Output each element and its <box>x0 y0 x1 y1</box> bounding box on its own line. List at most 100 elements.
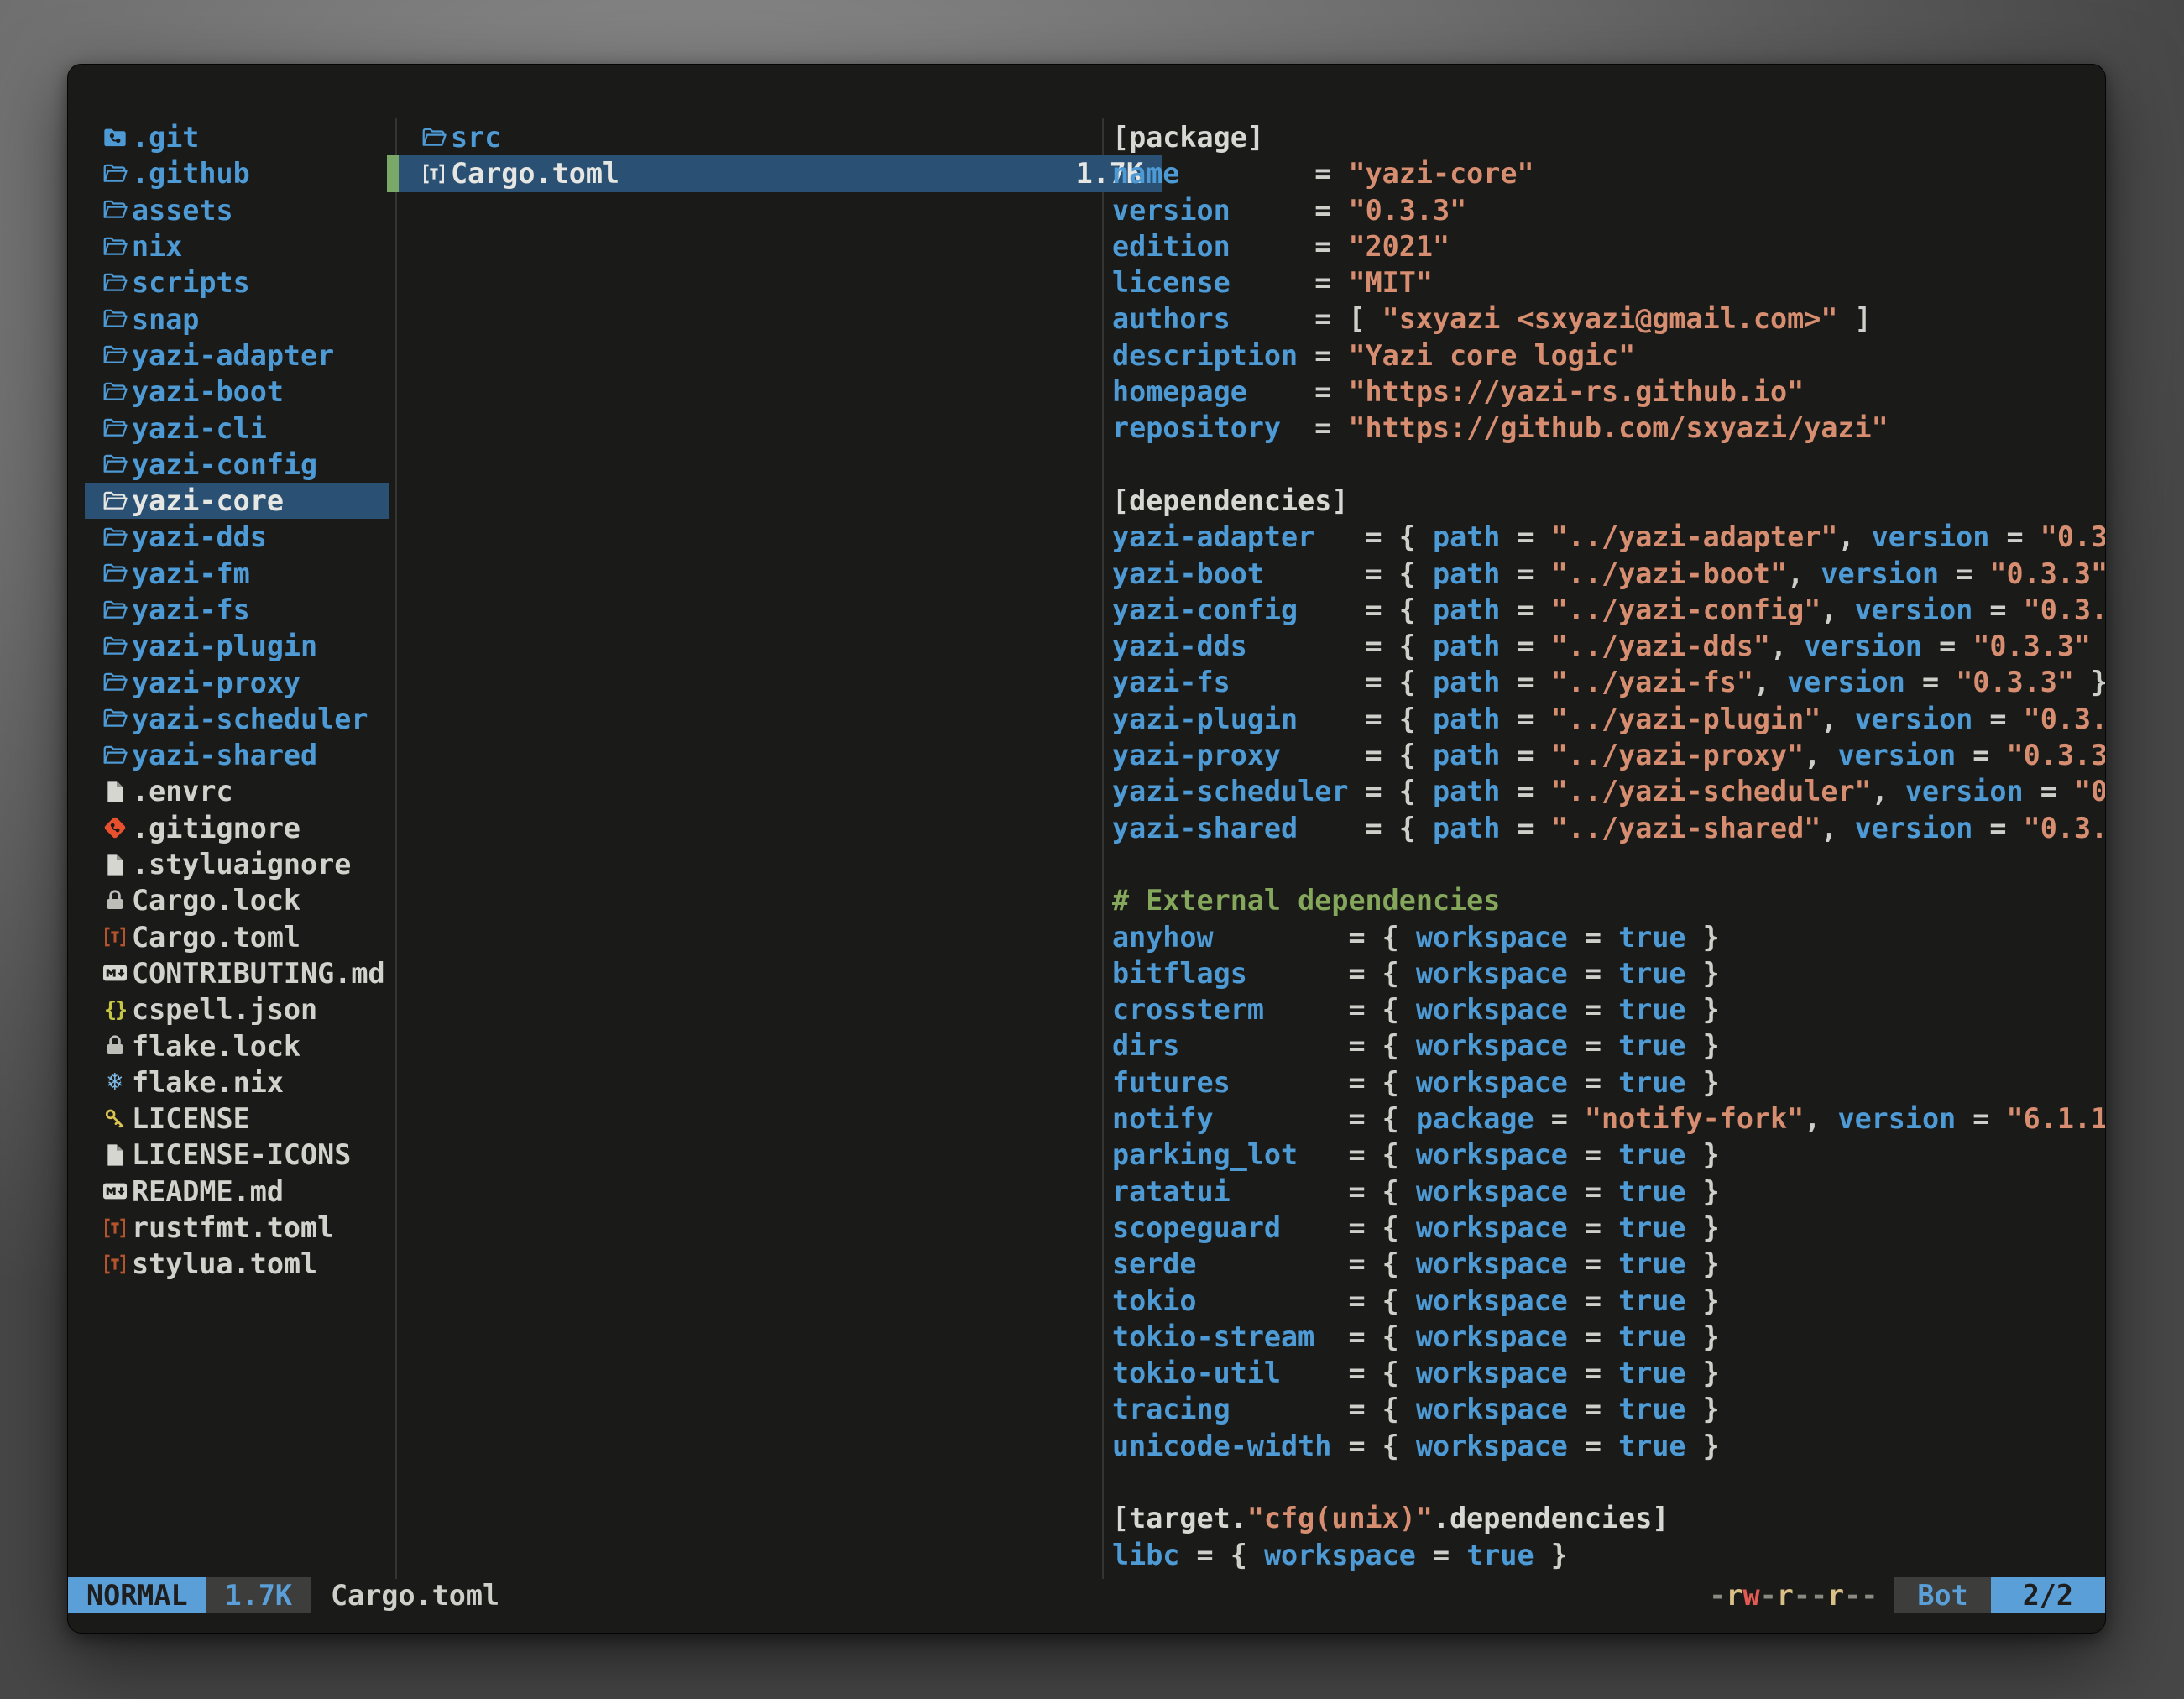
sidebar-item-LICENSE[interactable]: LICENSE <box>85 1100 389 1137</box>
token-p: = <box>1500 666 1550 698</box>
sidebar-item-.git[interactable]: .git <box>85 119 389 155</box>
sidebar-item-.github[interactable]: .github <box>85 155 389 191</box>
token-k: serde <box>1112 1247 1197 1280</box>
sidebar-item-yazi-shared[interactable]: yazi-shared <box>85 737 389 773</box>
token-k: workspace <box>1416 1175 1568 1208</box>
token-p: = { <box>1264 557 1433 590</box>
token-s: "MIT" <box>1348 266 1433 299</box>
token-s: "../yazi-dds" <box>1551 630 1770 662</box>
token-k: true <box>1618 1029 1685 1062</box>
sidebar-item-yazi-scheduler[interactable]: yazi-scheduler <box>85 701 389 737</box>
token-p: } <box>1686 1066 1720 1099</box>
token-k: true <box>1618 1175 1685 1208</box>
token-p: } <box>1686 1357 1720 1389</box>
sidebar-item-CONTRIBUTING.md[interactable]: CONTRIBUTING.md <box>85 955 389 991</box>
token-s: "notify-fork" <box>1585 1102 1804 1135</box>
item-label: flake.lock <box>132 1030 300 1063</box>
token-k: path <box>1433 775 1500 808</box>
token-p: , <box>1804 1102 1837 1135</box>
preview-line: yazi-scheduler = { path = "../yazi-sched… <box>1112 773 2105 809</box>
sidebar-item-Cargo.lock[interactable]: Cargo.lock <box>85 882 389 918</box>
token-s: "cfg(unix)" <box>1247 1502 1433 1534</box>
token-s: "2021" <box>1348 230 1450 263</box>
token-s: "Yazi core logic" <box>1348 339 1635 372</box>
token-k: true <box>1618 1138 1685 1171</box>
token-k: license <box>1112 266 1230 299</box>
token-p: , <box>1787 557 1821 590</box>
token-s: "0.3.3" <box>1348 194 1466 227</box>
status-right: -rw-r--r-- Bot 2/2 <box>1709 1577 2105 1613</box>
token-p: , <box>1753 666 1787 698</box>
token-k: path <box>1433 630 1500 662</box>
token-p: = <box>1568 1393 1618 1425</box>
token-p: = { <box>1197 1247 1416 1280</box>
preview-line: yazi-adapter = { path = "../yazi-adapter… <box>1112 519 2105 555</box>
preview-line: tokio-stream = { workspace = true } <box>1112 1319 2105 1355</box>
toml-icon <box>100 1249 130 1279</box>
token-k: tokio <box>1112 1284 1197 1317</box>
token-k: repository <box>1112 411 1281 444</box>
token-k: version <box>1855 703 1973 735</box>
sidebar-item-nix[interactable]: nix <box>85 228 389 264</box>
token-p: = <box>1939 557 1989 590</box>
position-badge: Bot <box>1894 1577 1990 1613</box>
git-folder-icon <box>100 123 130 153</box>
token-p: = { <box>1214 921 1416 954</box>
sidebar-item-yazi-fm[interactable]: yazi-fm <box>85 556 389 592</box>
sidebar-item-yazi-config[interactable]: yazi-config <box>85 447 389 483</box>
file-row-src[interactable]: src <box>387 119 1162 155</box>
preview-line: unicode-width = { workspace = true } <box>1112 1428 2105 1464</box>
sidebar-item-yazi-core[interactable]: yazi-core <box>85 483 389 519</box>
sidebar-item-yazi-boot[interactable]: yazi-boot <box>85 374 389 410</box>
token-k: path <box>1433 703 1500 735</box>
sidebar-item-yazi-cli[interactable]: yazi-cli <box>85 410 389 446</box>
current-pane: srcCargo.toml1.7K <box>387 119 1162 192</box>
token-p: = <box>1568 1211 1618 1244</box>
sidebar-item-yazi-adapter[interactable]: yazi-adapter <box>85 337 389 374</box>
folder-open-icon <box>100 413 130 443</box>
token-p: } <box>1686 1175 1720 1208</box>
token-p: = <box>1568 1320 1618 1353</box>
preview-line: bitflags = { workspace = true } <box>1112 955 2105 991</box>
sidebar-item-cspell.json[interactable]: {}cspell.json <box>85 991 389 1027</box>
sidebar-item-yazi-proxy[interactable]: yazi-proxy <box>85 664 389 700</box>
sidebar-item-snap[interactable]: snap <box>85 301 389 337</box>
item-label: .styluaignore <box>132 848 351 881</box>
token-p: = { <box>1179 1539 1264 1571</box>
folder-open-icon <box>100 631 130 661</box>
token-k: edition <box>1112 230 1230 263</box>
sidebar-item-stylua.toml[interactable]: stylua.toml <box>85 1246 389 1282</box>
preview-line <box>1112 447 2105 483</box>
sidebar-item-scripts[interactable]: scripts <box>85 264 389 301</box>
token-s: "https://github.com/sxyazi/yazi" <box>1348 411 1888 444</box>
token-p: = <box>1568 957 1618 990</box>
token-k: workspace <box>1416 1284 1568 1317</box>
sidebar-item-.gitignore[interactable]: .gitignore <box>85 810 389 846</box>
token-s: "sxyazi <sxyazi@gmail.com>" <box>1382 302 1838 335</box>
item-label: .envrc <box>132 775 233 808</box>
file-row-Cargo.toml[interactable]: Cargo.toml1.7K <box>387 155 1162 191</box>
sidebar-item-Cargo.toml[interactable]: Cargo.toml <box>85 919 389 955</box>
sidebar-item-LICENSE-ICONS[interactable]: LICENSE-ICONS <box>85 1137 389 1173</box>
sidebar-item-.styluaignore[interactable]: .styluaignore <box>85 846 389 882</box>
folder-open-icon <box>100 667 130 698</box>
token-k: tokio-stream <box>1112 1320 1314 1353</box>
token-p: = <box>1416 1539 1466 1571</box>
item-label: README.md <box>132 1175 284 1208</box>
sidebar-item-yazi-plugin[interactable]: yazi-plugin <box>85 628 389 664</box>
token-k: dirs <box>1112 1029 1179 1062</box>
sidebar-item-assets[interactable]: assets <box>85 192 389 228</box>
token-k: yazi-scheduler <box>1112 775 1348 808</box>
perm-char: - <box>1810 1579 1827 1612</box>
token-k: unicode-width <box>1112 1430 1331 1462</box>
token-k: true <box>1466 1539 1534 1571</box>
sidebar-item-flake.lock[interactable]: flake.lock <box>85 1027 389 1064</box>
sidebar-item-flake.nix[interactable]: ❄flake.nix <box>85 1064 389 1100</box>
sidebar-item-.envrc[interactable]: .envrc <box>85 773 389 809</box>
sidebar-item-rustfmt.toml[interactable]: rustfmt.toml <box>85 1210 389 1246</box>
sidebar-item-yazi-dds[interactable]: yazi-dds <box>85 519 389 555</box>
sidebar-item-README.md[interactable]: README.md <box>85 1174 389 1210</box>
token-p: = <box>1568 1175 1618 1208</box>
item-label: yazi-proxy <box>132 667 300 699</box>
sidebar-item-yazi-fs[interactable]: yazi-fs <box>85 592 389 628</box>
